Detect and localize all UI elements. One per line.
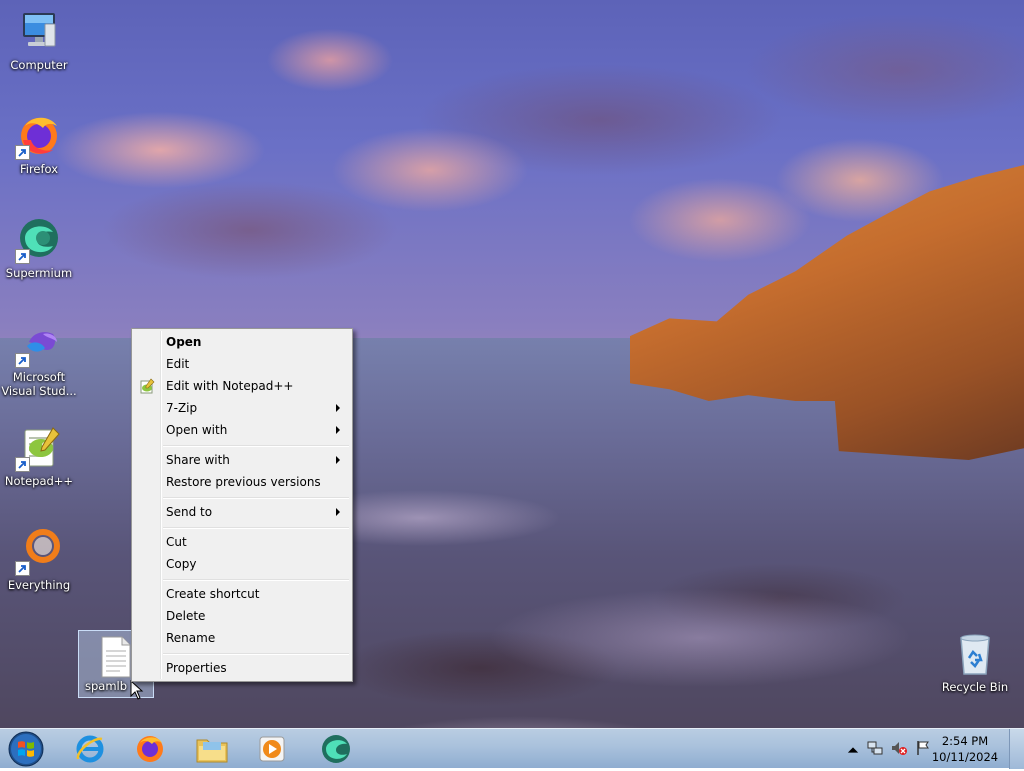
menu-item-copy[interactable]: Copy	[134, 553, 350, 575]
menu-item-label: Restore previous versions	[166, 475, 321, 489]
menu-item-label: Edit with Notepad++	[166, 379, 294, 393]
menu-item-open-with[interactable]: Open with	[134, 419, 350, 441]
supermium-icon	[15, 216, 63, 264]
desktop-icon-firefox[interactable]: Firefox	[0, 112, 78, 176]
taskbar-media-player[interactable]	[246, 731, 298, 767]
mouse-pointer-icon	[130, 680, 144, 700]
menu-item-rename[interactable]: Rename	[134, 627, 350, 649]
desktop-icon-notepadpp[interactable]: Notepad++	[0, 424, 78, 488]
menu-separator	[163, 653, 349, 655]
menu-separator	[163, 527, 349, 529]
desktop-icon-computer[interactable]: Computer	[0, 8, 78, 72]
start-button[interactable]	[4, 730, 48, 768]
clock-date: 10/11/2024	[931, 750, 999, 764]
desktop-icon-label: Supermium	[5, 266, 73, 280]
taskbar-firefox[interactable]	[124, 731, 176, 767]
menu-item-cut[interactable]: Cut	[134, 531, 350, 553]
folder-icon	[196, 739, 228, 763]
everything-search-icon	[15, 528, 63, 576]
taskbar-file-explorer[interactable]	[186, 731, 238, 767]
show-desktop-button[interactable]	[1009, 729, 1024, 769]
menu-item-edit-with-notepadpp[interactable]: Edit with Notepad++	[134, 375, 350, 397]
desktop-icon-label: Everything	[7, 578, 71, 592]
windows-logo-icon	[8, 731, 44, 767]
menu-separator	[163, 579, 349, 581]
desktop-icon-everything[interactable]: Everything	[0, 528, 78, 592]
menu-item-label: Copy	[166, 557, 197, 571]
visual-studio-icon	[15, 320, 63, 368]
desktop-icon-label: Notepad++	[4, 474, 74, 488]
submenu-arrow-icon	[336, 404, 340, 412]
menu-item-label: Open with	[166, 423, 228, 437]
network-icon[interactable]	[866, 739, 884, 757]
desktop-icon-supermium[interactable]: Supermium	[0, 216, 78, 280]
menu-item-open[interactable]: Open	[134, 331, 350, 353]
shortcut-arrow-icon	[15, 353, 30, 368]
clock-time: 2:54 PM	[941, 734, 989, 748]
desktop-icon-recycle-bin[interactable]: Recycle Bin	[936, 630, 1014, 694]
system-clock[interactable]: 2:54 PM 10/11/2024	[930, 733, 1000, 765]
volume-muted-icon[interactable]	[890, 739, 908, 757]
menu-separator	[163, 497, 349, 499]
menu-item-label: Edit	[166, 357, 190, 371]
desktop-icon-label: Visual Stud...	[1, 384, 77, 398]
menu-item-create-shortcut[interactable]: Create shortcut	[134, 583, 350, 605]
shortcut-arrow-icon	[15, 561, 30, 576]
menu-item-share-with[interactable]: Share with	[134, 449, 350, 471]
menu-item-properties[interactable]: Properties	[134, 657, 350, 679]
submenu-arrow-icon	[336, 456, 340, 464]
menu-item-label: 7-Zip	[166, 401, 198, 415]
shortcut-arrow-icon	[15, 145, 30, 160]
desktop-icon-label: Computer	[10, 58, 68, 72]
menu-item-label: Open	[166, 335, 202, 349]
shortcut-arrow-icon	[15, 249, 30, 264]
firefox-icon	[137, 736, 163, 762]
desktop-icon-label: Microsoft	[12, 370, 66, 384]
recycle-bin-icon	[951, 630, 999, 678]
internet-explorer-icon	[76, 735, 104, 763]
taskbar-supermium[interactable]	[310, 731, 362, 767]
computer-icon	[15, 8, 63, 56]
menu-item-label: Send to	[166, 505, 213, 519]
menu-item-label: Cut	[166, 535, 187, 549]
menu-item-label: Delete	[166, 609, 206, 623]
desktop-icon-label: Recycle Bin	[941, 680, 1009, 694]
desktop-icon-label: Firefox	[19, 162, 59, 176]
menu-item-label: Share with	[166, 453, 230, 467]
taskbar-internet-explorer[interactable]	[64, 731, 116, 767]
shortcut-arrow-icon	[15, 457, 30, 472]
menu-item-label: Create shortcut	[166, 587, 260, 601]
menu-item-7zip[interactable]: 7-Zip	[134, 397, 350, 419]
taskbar: 2:54 PM 10/11/2024	[0, 728, 1024, 769]
menu-item-restore-previous-versions[interactable]: Restore previous versions	[134, 471, 350, 493]
menu-separator	[163, 445, 349, 447]
supermium-icon	[322, 735, 350, 763]
firefox-icon	[15, 112, 63, 160]
context-menu: Open Edit Edit with Notepad++ 7-Zip Open…	[131, 328, 353, 682]
submenu-arrow-icon	[336, 508, 340, 516]
notepadpp-icon	[140, 378, 155, 394]
media-player-icon	[259, 736, 285, 762]
menu-item-edit[interactable]: Edit	[134, 353, 350, 375]
submenu-arrow-icon	[336, 426, 340, 434]
menu-item-delete[interactable]: Delete	[134, 605, 350, 627]
menu-item-label: Rename	[166, 631, 216, 645]
text-document-icon	[96, 635, 136, 679]
notepadpp-icon	[15, 424, 63, 472]
show-hidden-icons-arrow-icon[interactable]	[844, 741, 862, 759]
menu-item-label: Properties	[166, 661, 227, 675]
menu-item-send-to[interactable]: Send to	[134, 501, 350, 523]
desktop-icon-visual-studio[interactable]: Microsoft Visual Stud...	[0, 320, 78, 398]
